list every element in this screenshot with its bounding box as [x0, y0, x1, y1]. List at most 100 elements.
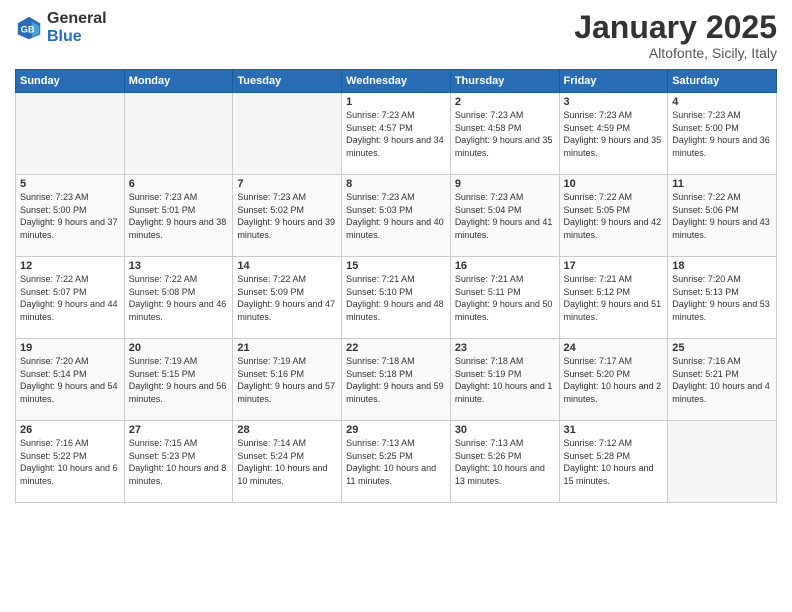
calendar-day-cell: 3Sunrise: 7:23 AM Sunset: 4:59 PM Daylig… [559, 93, 668, 175]
calendar-day-cell: 29Sunrise: 7:13 AM Sunset: 5:25 PM Dayli… [342, 421, 451, 503]
calendar-day-cell: 15Sunrise: 7:21 AM Sunset: 5:10 PM Dayli… [342, 257, 451, 339]
day-number: 6 [129, 178, 229, 190]
day-number: 2 [455, 96, 555, 108]
day-number: 3 [564, 96, 664, 108]
day-number: 8 [346, 178, 446, 190]
day-number: 16 [455, 260, 555, 272]
calendar-day-cell: 9Sunrise: 7:23 AM Sunset: 5:04 PM Daylig… [450, 175, 559, 257]
calendar-day-cell: 25Sunrise: 7:16 AM Sunset: 5:21 PM Dayli… [668, 339, 777, 421]
day-info: Sunrise: 7:13 AM Sunset: 5:26 PM Dayligh… [455, 437, 555, 487]
day-number: 24 [564, 342, 664, 354]
day-number: 25 [672, 342, 772, 354]
day-info: Sunrise: 7:19 AM Sunset: 5:15 PM Dayligh… [129, 355, 229, 405]
day-number: 9 [455, 178, 555, 190]
day-number: 31 [564, 424, 664, 436]
logo-icon: GB [15, 14, 43, 42]
day-number: 14 [237, 260, 337, 272]
day-of-week-header: Friday [559, 70, 668, 93]
day-number: 1 [346, 96, 446, 108]
calendar-day-cell: 28Sunrise: 7:14 AM Sunset: 5:24 PM Dayli… [233, 421, 342, 503]
day-number: 17 [564, 260, 664, 272]
calendar-day-cell: 11Sunrise: 7:22 AM Sunset: 5:06 PM Dayli… [668, 175, 777, 257]
calendar-week-row: 26Sunrise: 7:16 AM Sunset: 5:22 PM Dayli… [16, 421, 777, 503]
day-of-week-header: Saturday [668, 70, 777, 93]
day-number: 7 [237, 178, 337, 190]
day-number: 11 [672, 178, 772, 190]
day-info: Sunrise: 7:18 AM Sunset: 5:19 PM Dayligh… [455, 355, 555, 405]
day-info: Sunrise: 7:23 AM Sunset: 5:02 PM Dayligh… [237, 191, 337, 241]
day-info: Sunrise: 7:23 AM Sunset: 5:03 PM Dayligh… [346, 191, 446, 241]
day-info: Sunrise: 7:23 AM Sunset: 5:00 PM Dayligh… [672, 109, 772, 159]
day-number: 23 [455, 342, 555, 354]
calendar-week-row: 1Sunrise: 7:23 AM Sunset: 4:57 PM Daylig… [16, 93, 777, 175]
day-info: Sunrise: 7:22 AM Sunset: 5:08 PM Dayligh… [129, 273, 229, 323]
day-info: Sunrise: 7:20 AM Sunset: 5:14 PM Dayligh… [20, 355, 120, 405]
month-title: January 2025 [574, 10, 777, 45]
day-number: 21 [237, 342, 337, 354]
calendar-day-cell: 6Sunrise: 7:23 AM Sunset: 5:01 PM Daylig… [124, 175, 233, 257]
day-number: 19 [20, 342, 120, 354]
calendar-day-cell: 19Sunrise: 7:20 AM Sunset: 5:14 PM Dayli… [16, 339, 125, 421]
calendar-day-cell: 4Sunrise: 7:23 AM Sunset: 5:00 PM Daylig… [668, 93, 777, 175]
logo-general-text: General [47, 10, 107, 28]
day-info: Sunrise: 7:19 AM Sunset: 5:16 PM Dayligh… [237, 355, 337, 405]
day-number: 20 [129, 342, 229, 354]
day-info: Sunrise: 7:18 AM Sunset: 5:18 PM Dayligh… [346, 355, 446, 405]
day-number: 15 [346, 260, 446, 272]
day-of-week-header: Tuesday [233, 70, 342, 93]
day-number: 18 [672, 260, 772, 272]
calendar-day-cell: 16Sunrise: 7:21 AM Sunset: 5:11 PM Dayli… [450, 257, 559, 339]
calendar-day-cell [233, 93, 342, 175]
calendar-table: SundayMondayTuesdayWednesdayThursdayFrid… [15, 69, 777, 503]
logo-text: General Blue [47, 10, 107, 45]
calendar-day-cell: 5Sunrise: 7:23 AM Sunset: 5:00 PM Daylig… [16, 175, 125, 257]
day-info: Sunrise: 7:12 AM Sunset: 5:28 PM Dayligh… [564, 437, 664, 487]
calendar-day-cell: 2Sunrise: 7:23 AM Sunset: 4:58 PM Daylig… [450, 93, 559, 175]
header: GB General Blue January 2025 Altofonte, … [15, 10, 777, 61]
calendar-week-row: 19Sunrise: 7:20 AM Sunset: 5:14 PM Dayli… [16, 339, 777, 421]
day-info: Sunrise: 7:22 AM Sunset: 5:09 PM Dayligh… [237, 273, 337, 323]
day-info: Sunrise: 7:20 AM Sunset: 5:13 PM Dayligh… [672, 273, 772, 323]
day-number: 12 [20, 260, 120, 272]
day-number: 29 [346, 424, 446, 436]
day-info: Sunrise: 7:23 AM Sunset: 4:57 PM Dayligh… [346, 109, 446, 159]
logo: GB General Blue [15, 10, 107, 45]
calendar-day-cell: 10Sunrise: 7:22 AM Sunset: 5:05 PM Dayli… [559, 175, 668, 257]
calendar-day-cell: 18Sunrise: 7:20 AM Sunset: 5:13 PM Dayli… [668, 257, 777, 339]
calendar-day-cell [668, 421, 777, 503]
day-info: Sunrise: 7:23 AM Sunset: 5:00 PM Dayligh… [20, 191, 120, 241]
day-number: 27 [129, 424, 229, 436]
day-number: 28 [237, 424, 337, 436]
day-info: Sunrise: 7:23 AM Sunset: 5:04 PM Dayligh… [455, 191, 555, 241]
day-info: Sunrise: 7:21 AM Sunset: 5:10 PM Dayligh… [346, 273, 446, 323]
day-number: 22 [346, 342, 446, 354]
day-info: Sunrise: 7:14 AM Sunset: 5:24 PM Dayligh… [237, 437, 337, 487]
day-of-week-header: Sunday [16, 70, 125, 93]
day-number: 5 [20, 178, 120, 190]
day-number: 10 [564, 178, 664, 190]
day-info: Sunrise: 7:23 AM Sunset: 5:01 PM Dayligh… [129, 191, 229, 241]
calendar-day-cell: 7Sunrise: 7:23 AM Sunset: 5:02 PM Daylig… [233, 175, 342, 257]
location-subtitle: Altofonte, Sicily, Italy [574, 45, 777, 61]
svg-text:GB: GB [21, 24, 35, 34]
calendar-day-cell: 31Sunrise: 7:12 AM Sunset: 5:28 PM Dayli… [559, 421, 668, 503]
day-info: Sunrise: 7:13 AM Sunset: 5:25 PM Dayligh… [346, 437, 446, 487]
day-info: Sunrise: 7:23 AM Sunset: 4:58 PM Dayligh… [455, 109, 555, 159]
day-number: 30 [455, 424, 555, 436]
day-info: Sunrise: 7:23 AM Sunset: 4:59 PM Dayligh… [564, 109, 664, 159]
title-area: January 2025 Altofonte, Sicily, Italy [574, 10, 777, 61]
day-number: 13 [129, 260, 229, 272]
calendar-day-cell: 17Sunrise: 7:21 AM Sunset: 5:12 PM Dayli… [559, 257, 668, 339]
day-info: Sunrise: 7:17 AM Sunset: 5:20 PM Dayligh… [564, 355, 664, 405]
calendar-day-cell: 20Sunrise: 7:19 AM Sunset: 5:15 PM Dayli… [124, 339, 233, 421]
day-of-week-header: Wednesday [342, 70, 451, 93]
day-of-week-header: Thursday [450, 70, 559, 93]
calendar-day-cell: 1Sunrise: 7:23 AM Sunset: 4:57 PM Daylig… [342, 93, 451, 175]
day-info: Sunrise: 7:16 AM Sunset: 5:21 PM Dayligh… [672, 355, 772, 405]
calendar-day-cell: 14Sunrise: 7:22 AM Sunset: 5:09 PM Dayli… [233, 257, 342, 339]
calendar-day-cell: 26Sunrise: 7:16 AM Sunset: 5:22 PM Dayli… [16, 421, 125, 503]
day-info: Sunrise: 7:22 AM Sunset: 5:05 PM Dayligh… [564, 191, 664, 241]
calendar-day-cell: 23Sunrise: 7:18 AM Sunset: 5:19 PM Dayli… [450, 339, 559, 421]
day-info: Sunrise: 7:21 AM Sunset: 5:11 PM Dayligh… [455, 273, 555, 323]
calendar-day-cell: 21Sunrise: 7:19 AM Sunset: 5:16 PM Dayli… [233, 339, 342, 421]
